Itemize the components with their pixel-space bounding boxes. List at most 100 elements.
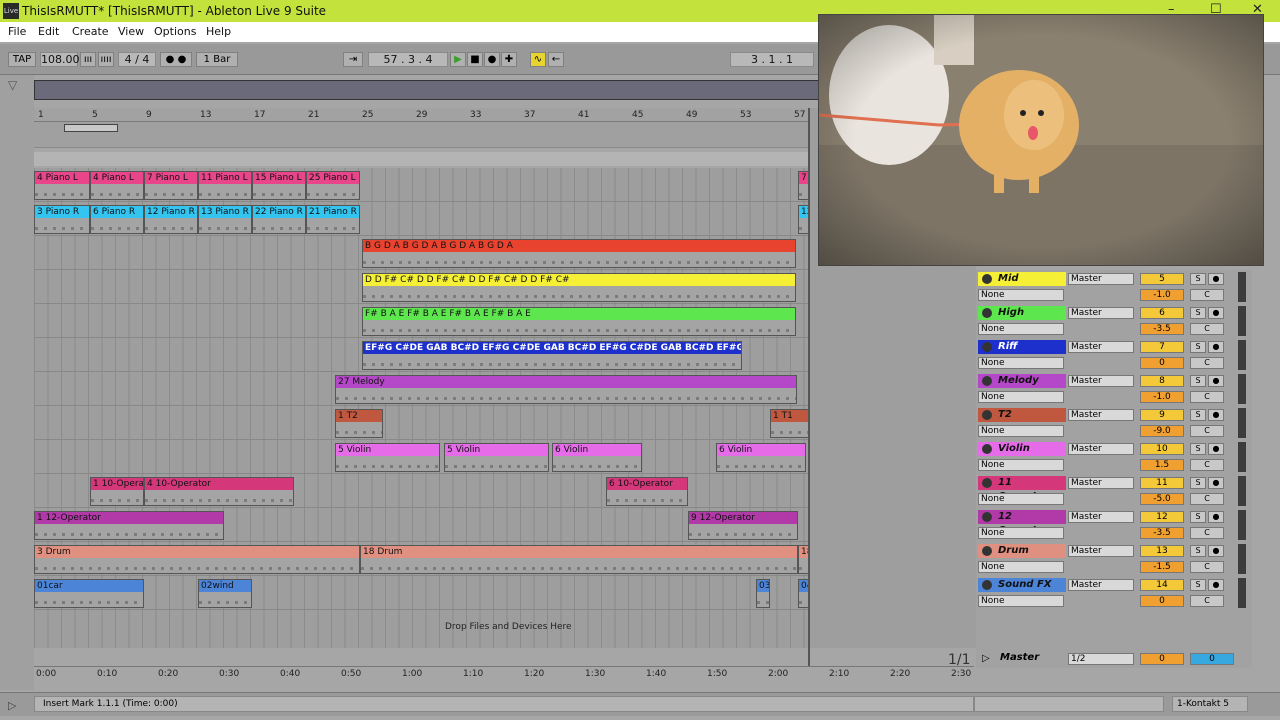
loop-start-field[interactable]: 3 . 1 . 1: [730, 52, 814, 67]
track-lane[interactable]: 1 10-Operato4 10-Operator 6 10-Operator: [34, 474, 810, 508]
track-name[interactable]: Drum: [978, 544, 1066, 558]
arm-icon[interactable]: ●: [1208, 409, 1224, 421]
track-name[interactable]: Melody: [978, 374, 1066, 388]
track-lane[interactable]: EF#G C#DE GAB BC#D EF#G C#DE GAB BC#D EF…: [34, 338, 810, 372]
arm-icon[interactable]: ●: [1208, 307, 1224, 319]
tempo-field[interactable]: 108.00: [40, 52, 80, 67]
arm-icon[interactable]: ●: [1208, 443, 1224, 455]
clip[interactable]: 3 Piano R: [34, 205, 90, 234]
clip[interactable]: EF#G C#DE GAB BC#D EF#G C#DE GAB BC#D EF…: [362, 341, 742, 370]
track-volume[interactable]: -9.0: [1140, 425, 1184, 437]
track-name[interactable]: Riff: [978, 340, 1066, 354]
cue-button[interactable]: C: [1190, 323, 1224, 335]
loop-bar[interactable]: [34, 122, 810, 148]
solo-button[interactable]: S: [1190, 409, 1206, 421]
track-name[interactable]: T2: [978, 408, 1066, 422]
menu-file[interactable]: File: [8, 25, 26, 38]
play-icon[interactable]: ▶: [450, 52, 466, 67]
track-fold-icon[interactable]: [982, 342, 992, 352]
track-fold-icon[interactable]: [982, 478, 992, 488]
clip[interactable]: 6 10-Operator: [606, 477, 688, 506]
automation-arm-icon[interactable]: ∿: [530, 52, 546, 67]
cue-button[interactable]: C: [1190, 425, 1224, 437]
nudge-down-button[interactable]: ııı: [80, 52, 96, 67]
track-name[interactable]: Mid: [978, 272, 1066, 286]
selected-device[interactable]: 1-Kontakt 5: [1172, 696, 1248, 712]
input-select[interactable]: None: [978, 561, 1064, 573]
track-fold-icon[interactable]: [982, 376, 992, 386]
solo-button[interactable]: S: [1190, 307, 1206, 319]
metronome-button[interactable]: ● ●: [160, 52, 192, 67]
input-select[interactable]: None: [978, 391, 1064, 403]
overview-toggle-icon[interactable]: ▽: [8, 78, 26, 94]
output-select[interactable]: Master: [1068, 545, 1134, 557]
track-volume[interactable]: -1.0: [1140, 391, 1184, 403]
master-volume[interactable]: 0: [1140, 653, 1184, 665]
clip[interactable]: 3 Drum: [34, 545, 360, 574]
track-fold-icon[interactable]: [982, 580, 992, 590]
track-fold-icon[interactable]: [982, 546, 992, 556]
input-select[interactable]: None: [978, 459, 1064, 471]
track-volume[interactable]: 0: [1140, 595, 1184, 607]
output-select[interactable]: Master: [1068, 341, 1134, 353]
track-volume[interactable]: -5.0: [1140, 493, 1184, 505]
clip[interactable]: 22 Piano R: [252, 205, 306, 234]
clip[interactable]: D D F# C# D D F# C# D D F# C# D D F# C#: [362, 273, 796, 302]
solo-button[interactable]: S: [1190, 273, 1206, 285]
output-select[interactable]: Master: [1068, 409, 1134, 421]
arm-icon[interactable]: ●: [1208, 511, 1224, 523]
arm-icon[interactable]: ●: [1208, 545, 1224, 557]
input-select[interactable]: None: [978, 493, 1064, 505]
clip[interactable]: 12 Piano R: [144, 205, 198, 234]
clip[interactable]: 25 Piano L: [306, 171, 360, 200]
track-lane[interactable]: 5 Violin 5 Violin 6 Violin 6 Violin: [34, 440, 810, 474]
quantization-select[interactable]: 1 Bar: [196, 52, 238, 67]
clip[interactable]: 1 T2: [335, 409, 383, 438]
master-pan[interactable]: 0: [1190, 653, 1234, 665]
track-lane[interactable]: F# B A E F# B A E F# B A E F# B A E: [34, 304, 810, 338]
track-lane[interactable]: 4 Piano L4 Piano L7 Piano L 11 Piano L 15 …: [34, 168, 810, 202]
arm-icon[interactable]: ●: [1208, 375, 1224, 387]
track-name[interactable]: Sound FX: [978, 578, 1066, 592]
track-name[interactable]: 12 Operator: [978, 510, 1066, 536]
cue-button[interactable]: C: [1190, 391, 1224, 403]
output-select[interactable]: Master: [1068, 477, 1134, 489]
clip[interactable]: 13 Piano R: [198, 205, 252, 234]
arm-icon[interactable]: ●: [1208, 341, 1224, 353]
master-fold-icon[interactable]: ▷: [982, 653, 990, 664]
arm-icon[interactable]: ●: [1208, 273, 1224, 285]
track-fold-icon[interactable]: [982, 274, 992, 284]
arm-icon[interactable]: ●: [1208, 477, 1224, 489]
cue-button[interactable]: C: [1190, 527, 1224, 539]
output-select[interactable]: Master: [1068, 579, 1134, 591]
solo-button[interactable]: S: [1190, 375, 1206, 387]
track-fold-icon[interactable]: [982, 512, 992, 522]
track-volume[interactable]: 1.5: [1140, 459, 1184, 471]
solo-button[interactable]: S: [1190, 341, 1206, 353]
clip[interactable]: 6 Violin: [552, 443, 642, 472]
clip[interactable]: 1 10-Operato: [90, 477, 144, 506]
input-select[interactable]: None: [978, 527, 1064, 539]
stop-icon[interactable]: ■: [467, 52, 483, 67]
clip[interactable]: 6 Violin: [716, 443, 806, 472]
track-volume[interactable]: -3.5: [1140, 527, 1184, 539]
cue-button[interactable]: C: [1190, 289, 1224, 301]
track-number[interactable]: 8: [1140, 375, 1184, 387]
menu-options[interactable]: Options: [154, 25, 196, 38]
menu-view[interactable]: View: [118, 25, 144, 38]
track-number[interactable]: 12: [1140, 511, 1184, 523]
clip[interactable]: 5 Violin: [335, 443, 440, 472]
output-select[interactable]: Master: [1068, 511, 1134, 523]
track-name[interactable]: 11 Operator: [978, 476, 1066, 502]
clip[interactable]: B G D A B G D A B G D A B G D A: [362, 239, 796, 268]
clip[interactable]: 03: [756, 579, 770, 608]
follow-icon[interactable]: ⇥: [343, 52, 363, 67]
output-select[interactable]: Master: [1068, 273, 1134, 285]
output-select[interactable]: Master: [1068, 375, 1134, 387]
track-name[interactable]: High: [978, 306, 1066, 320]
beat-ruler[interactable]: 1 5 9 13 17 21 25 29 33 37 41 45 49 53 57: [34, 108, 810, 122]
menu-edit[interactable]: Edit: [38, 25, 59, 38]
cue-button[interactable]: C: [1190, 357, 1224, 369]
clip[interactable]: 11 Piano L: [198, 171, 252, 200]
cue-button[interactable]: C: [1190, 561, 1224, 573]
